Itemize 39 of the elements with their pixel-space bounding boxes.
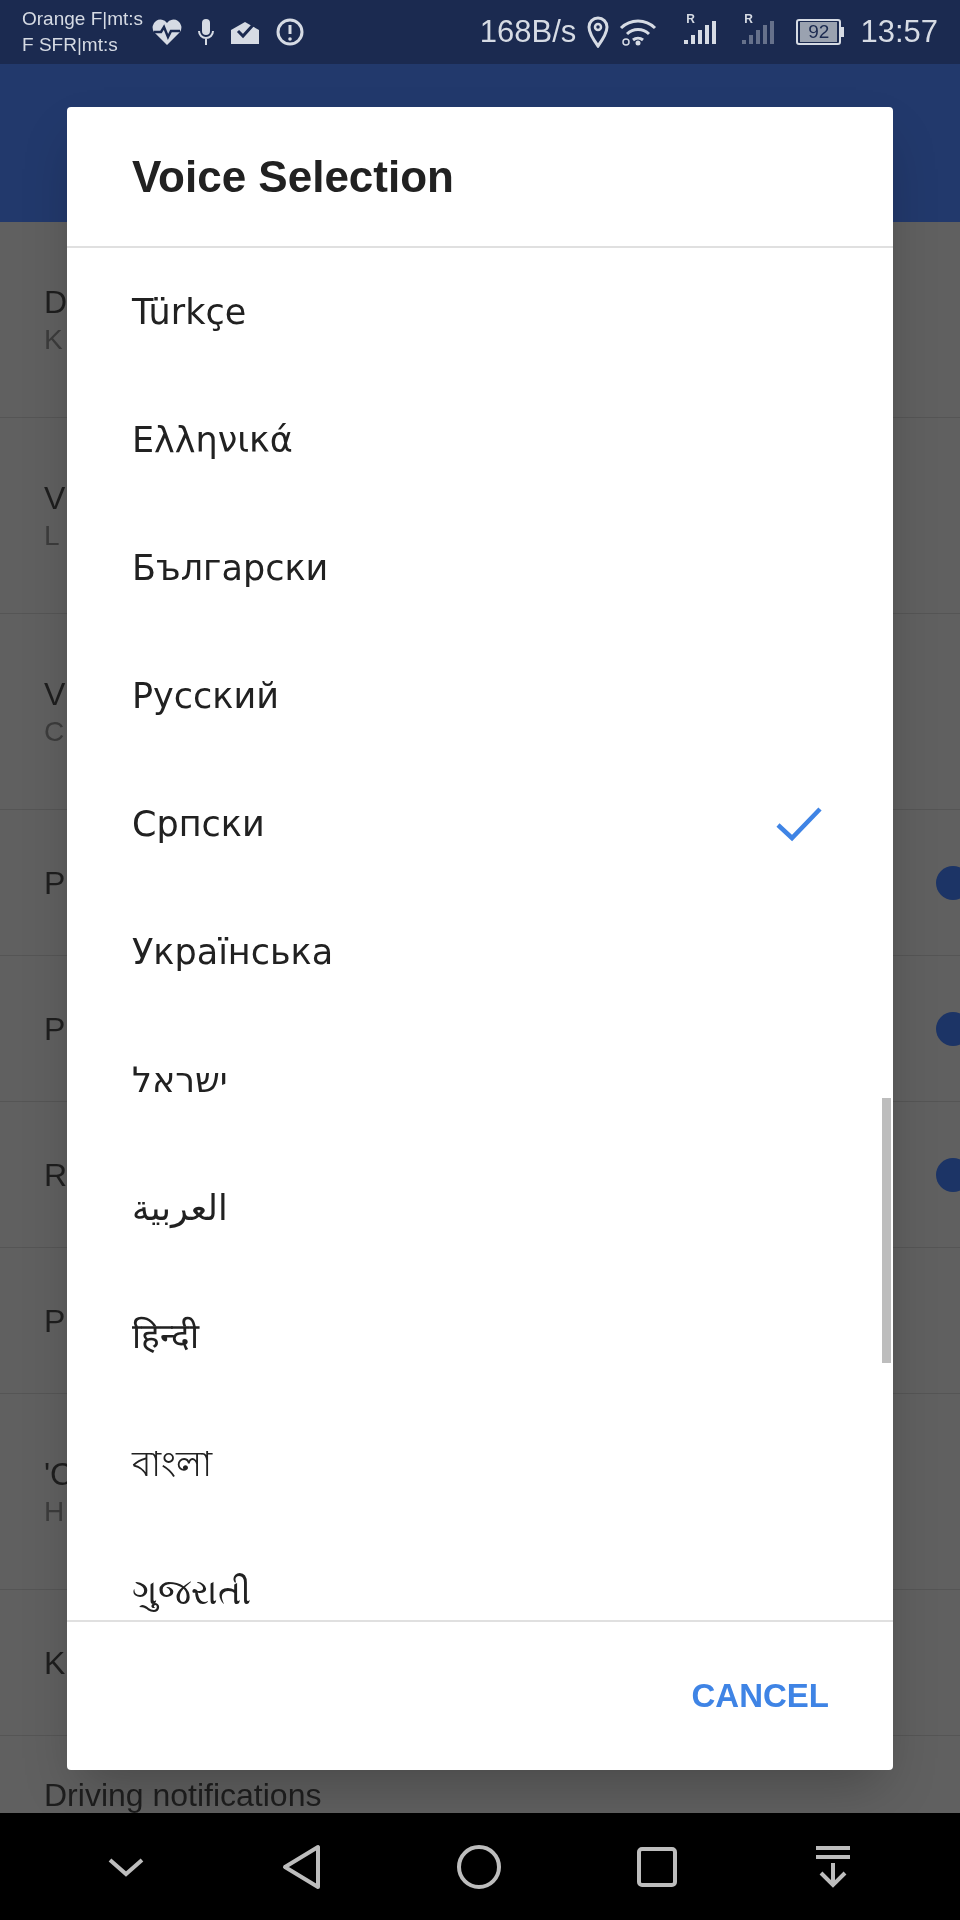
microphone-icon (197, 17, 216, 47)
wifi-icon (618, 18, 659, 46)
scrollbar[interactable] (882, 1098, 891, 1363)
roaming-label: R (686, 13, 695, 25)
roaming-label: R (744, 13, 753, 25)
alert-icon (275, 17, 306, 47)
setting-title: V (44, 674, 66, 714)
signal-icon (740, 21, 775, 45)
home-icon (455, 1843, 502, 1890)
carrier-label: F SFR|mt:s (22, 33, 119, 57)
voice-option[interactable]: Ελληνικά (67, 376, 893, 504)
recents-icon (636, 1845, 679, 1888)
voice-option[interactable]: Türkçe (67, 248, 893, 376)
setting-title: D (44, 282, 68, 322)
network-speed: 168B/s (479, 12, 577, 51)
location-icon (586, 16, 611, 48)
cancel-button[interactable]: CANCEL (673, 1655, 847, 1737)
voice-option[interactable]: Русский (67, 632, 893, 760)
heart-pulse-icon (151, 18, 184, 46)
voice-option[interactable]: Українська (67, 888, 893, 1016)
setting-title: Driving notifications (44, 1776, 322, 1813)
voice-option[interactable]: ישראל (67, 1016, 893, 1144)
battery-level: 92 (800, 22, 838, 42)
voice-option[interactable]: Български (67, 504, 893, 632)
carrier-label: Orange F|mt:s (22, 7, 144, 31)
setting-title: R (44, 1155, 68, 1195)
clock: 13:57 (860, 12, 938, 51)
setting-title: P (44, 1009, 66, 1049)
voice-option[interactable]: العربية (67, 1144, 893, 1272)
voice-option[interactable]: हिन्दी (67, 1272, 893, 1400)
voice-option[interactable]: বাংলা (67, 1400, 893, 1528)
voice-option[interactable]: Српски (67, 760, 893, 888)
setting-title: P (44, 1301, 66, 1341)
voice-option[interactable]: ગુજરાતી (67, 1528, 893, 1620)
setting-title: V (44, 478, 66, 518)
dialog-title: Voice Selection (132, 150, 454, 203)
setting-title: P (44, 863, 66, 903)
signal-icon (682, 21, 717, 45)
setting-title: K (44, 1643, 66, 1683)
